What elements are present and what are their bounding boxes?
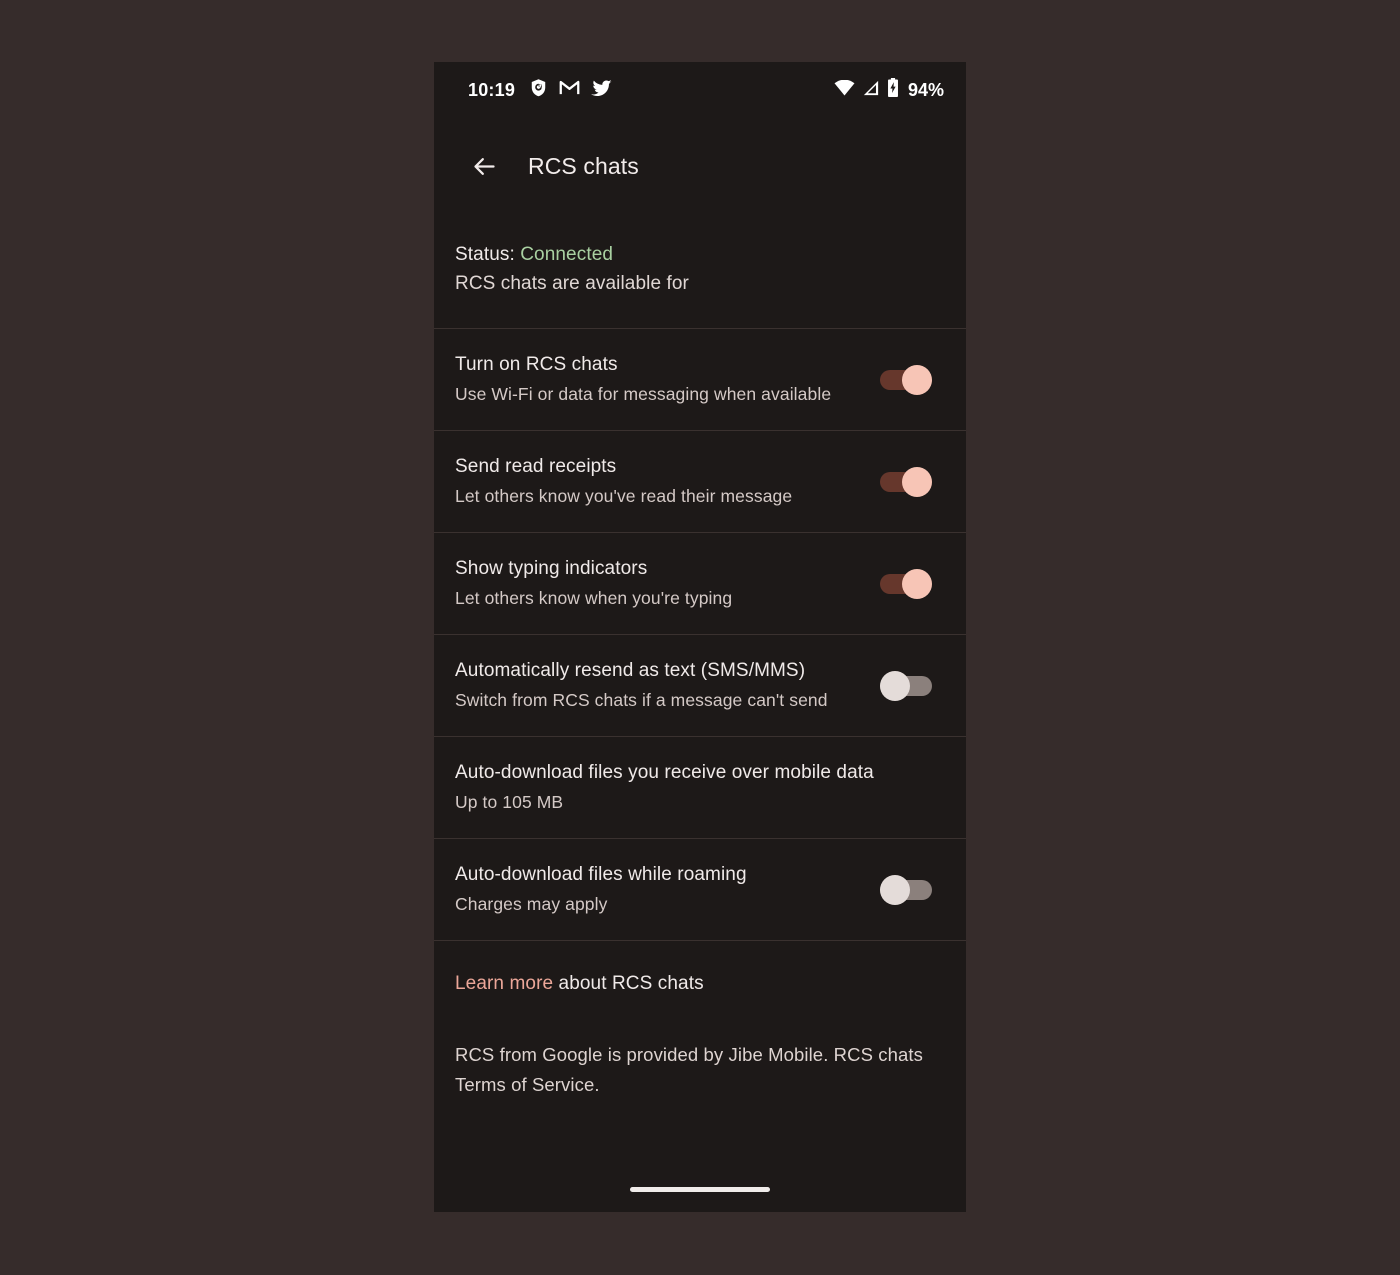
back-arrow-icon[interactable] — [460, 142, 508, 190]
row-subtitle: Let others know you've read their messag… — [455, 486, 793, 506]
setting-row-send-read-receipts[interactable]: Send read receipts Let others know you'v… — [434, 431, 966, 532]
status-label: Status: — [455, 244, 515, 265]
setting-row-auto-download-mobile-data[interactable]: Auto-download files you receive over mob… — [434, 737, 966, 838]
status-bar: 10:19 94% — [434, 62, 966, 118]
row-title: Automatically resend as text (SMS/MMS) — [455, 660, 806, 681]
twitter-icon — [591, 79, 612, 102]
setting-row-show-typing-indicators[interactable]: Show typing indicators Let others know w… — [434, 533, 966, 634]
status-badge: Connected — [520, 244, 614, 265]
row-text: Automatically resend as text (SMS/MMS) S… — [455, 657, 870, 714]
row-text: Auto-download files you receive over mob… — [455, 759, 932, 816]
row-text: Send read receipts Let others know you'v… — [455, 453, 870, 510]
battery-charging-icon — [887, 78, 899, 102]
status-bar-right: 94% — [834, 78, 944, 102]
phone-screen: 10:19 94% RCS chats Status: Connected RC… — [434, 62, 966, 1212]
setting-row-auto-download-roaming[interactable]: Auto-download files while roaming Charge… — [434, 839, 966, 940]
setting-row-turn-on-rcs-chats[interactable]: Turn on RCS chats Use Wi-Fi or data for … — [434, 329, 966, 430]
row-title: Send read receipts — [455, 456, 617, 477]
battery-percent-label: 94% — [907, 79, 944, 100]
setting-row-auto-resend-as-text[interactable]: Automatically resend as text (SMS/MMS) S… — [434, 635, 966, 736]
rcs-status-block: Status: Connected RCS chats are availabl… — [434, 214, 966, 328]
row-title: Auto-download files you receive over mob… — [455, 762, 874, 783]
toggle-thumb — [902, 466, 932, 497]
toggle-thumb — [880, 670, 910, 701]
cellular-signal-icon — [862, 80, 880, 101]
toggle-turn-on-rcs-chats[interactable] — [880, 364, 932, 395]
learn-more-rest: about RCS chats — [553, 973, 704, 994]
status-bar-clock: 10:19 — [468, 79, 516, 100]
terms-of-service-text: RCS from Google is provided by Jibe Mobi… — [455, 1044, 923, 1095]
page-title: RCS chats — [528, 152, 639, 179]
toggle-auto-resend-as-text[interactable] — [880, 670, 932, 701]
row-text: Auto-download files while roaming Charge… — [455, 861, 870, 918]
learn-more-line: Learn more about RCS chats — [455, 969, 945, 998]
row-subtitle: Charges may apply — [455, 894, 608, 914]
status-subtitle: RCS chats are available for — [455, 273, 689, 294]
toggle-auto-download-roaming[interactable] — [880, 874, 932, 905]
home-indicator[interactable] — [630, 1187, 770, 1192]
row-title: Auto-download files while roaming — [455, 864, 747, 885]
row-subtitle: Let others know when you're typing — [455, 588, 733, 608]
wifi-icon — [834, 79, 855, 101]
toggle-thumb — [902, 364, 932, 395]
status-line: Status: Connected — [455, 240, 945, 269]
screenshot-canvas: 10:19 94% RCS chats Status: Connected RC… — [0, 0, 1400, 1275]
row-text: Turn on RCS chats Use Wi-Fi or data for … — [455, 351, 870, 408]
footer-block: Learn more about RCS chats RCS from Goog… — [434, 941, 966, 1110]
toggle-thumb — [902, 568, 932, 599]
toggle-send-read-receipts[interactable] — [880, 466, 932, 497]
app-bar: RCS chats — [434, 118, 966, 214]
status-bar-left: 10:19 — [468, 78, 612, 102]
shield-security-icon — [529, 78, 548, 102]
row-title: Turn on RCS chats — [455, 354, 618, 375]
row-subtitle: Up to 105 MB — [455, 792, 564, 812]
learn-more-link[interactable]: Learn more — [455, 973, 553, 994]
row-subtitle: Use Wi-Fi or data for messaging when ava… — [455, 384, 832, 404]
row-text: Show typing indicators Let others know w… — [455, 555, 870, 612]
gmail-icon — [559, 79, 580, 101]
toggle-show-typing-indicators[interactable] — [880, 568, 932, 599]
row-title: Show typing indicators — [455, 558, 648, 579]
toggle-thumb — [880, 874, 910, 905]
row-subtitle: Switch from RCS chats if a message can't… — [455, 690, 828, 710]
